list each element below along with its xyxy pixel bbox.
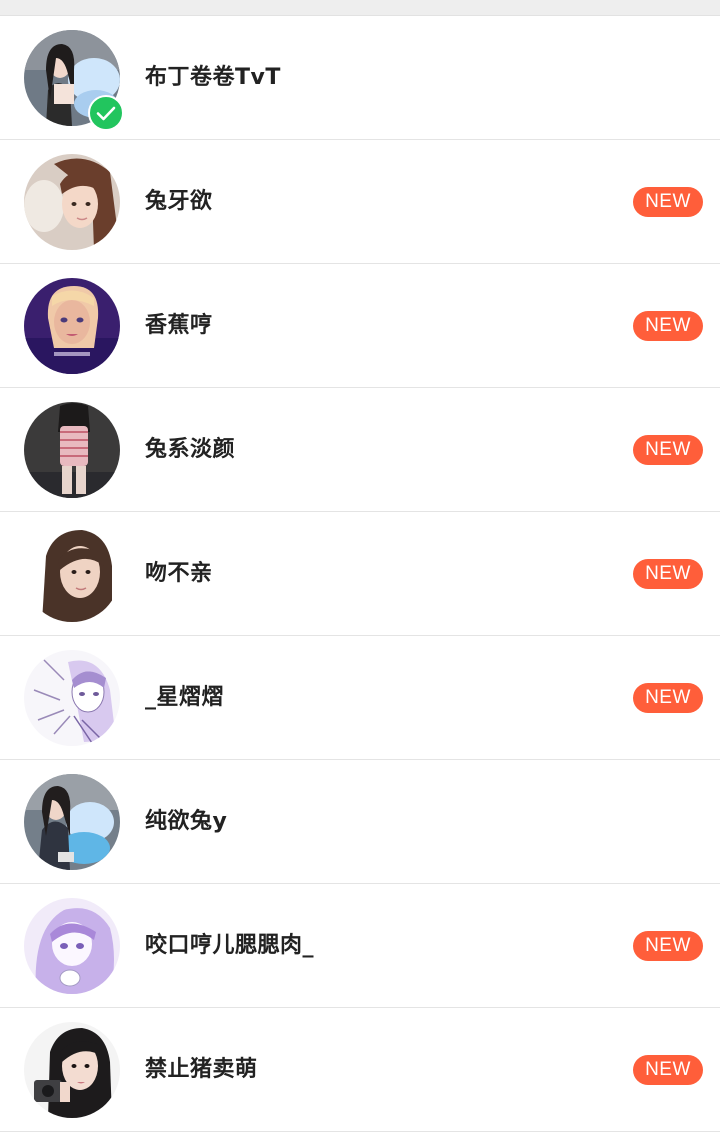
contact-name: 纯欲兔y: [145, 809, 228, 834]
list-item[interactable]: 香蕉哼 NEW: [0, 264, 720, 388]
contact-name: 咬口哼儿腮腮肉_: [145, 933, 315, 958]
contact-list: 布丁卷卷TvT 兔牙欲 NEW 香蕉哼 NEW 兔系淡颜 NEW 吻不亲 NEW…: [0, 16, 720, 1132]
list-item[interactable]: 兔系淡颜 NEW: [0, 388, 720, 512]
list-item[interactable]: 兔牙欲 NEW: [0, 140, 720, 264]
avatar[interactable]: [24, 898, 120, 994]
contact-name: 布丁卷卷TvT: [145, 65, 281, 90]
contact-name: 兔牙欲: [145, 189, 213, 214]
avatar[interactable]: [24, 650, 120, 746]
verified-check-icon: [88, 95, 124, 131]
list-item[interactable]: 吻不亲 NEW: [0, 512, 720, 636]
new-badge: NEW: [633, 683, 703, 713]
list-item[interactable]: 纯欲兔y: [0, 760, 720, 884]
contact-name: 兔系淡颜: [145, 437, 236, 462]
avatar[interactable]: [24, 402, 120, 498]
avatar[interactable]: [24, 1022, 120, 1118]
new-badge: NEW: [633, 1055, 703, 1085]
avatar[interactable]: [24, 774, 120, 870]
list-item[interactable]: 禁止猪卖萌 NEW: [0, 1008, 720, 1132]
list-item[interactable]: 布丁卷卷TvT: [0, 16, 720, 140]
new-badge: NEW: [633, 311, 703, 341]
list-item[interactable]: _星熠熠 NEW: [0, 636, 720, 760]
contact-name: _星熠熠: [145, 685, 225, 710]
avatar[interactable]: [24, 154, 120, 250]
contact-name: 吻不亲: [145, 561, 213, 586]
avatar[interactable]: [24, 278, 120, 374]
new-badge: NEW: [633, 559, 703, 589]
avatar[interactable]: [24, 526, 120, 622]
top-strip: [0, 0, 720, 16]
contact-name: 香蕉哼: [145, 313, 213, 338]
new-badge: NEW: [633, 435, 703, 465]
list-item[interactable]: 咬口哼儿腮腮肉_ NEW: [0, 884, 720, 1008]
new-badge: NEW: [633, 187, 703, 217]
contact-name: 禁止猪卖萌: [145, 1057, 258, 1082]
new-badge: NEW: [633, 931, 703, 961]
